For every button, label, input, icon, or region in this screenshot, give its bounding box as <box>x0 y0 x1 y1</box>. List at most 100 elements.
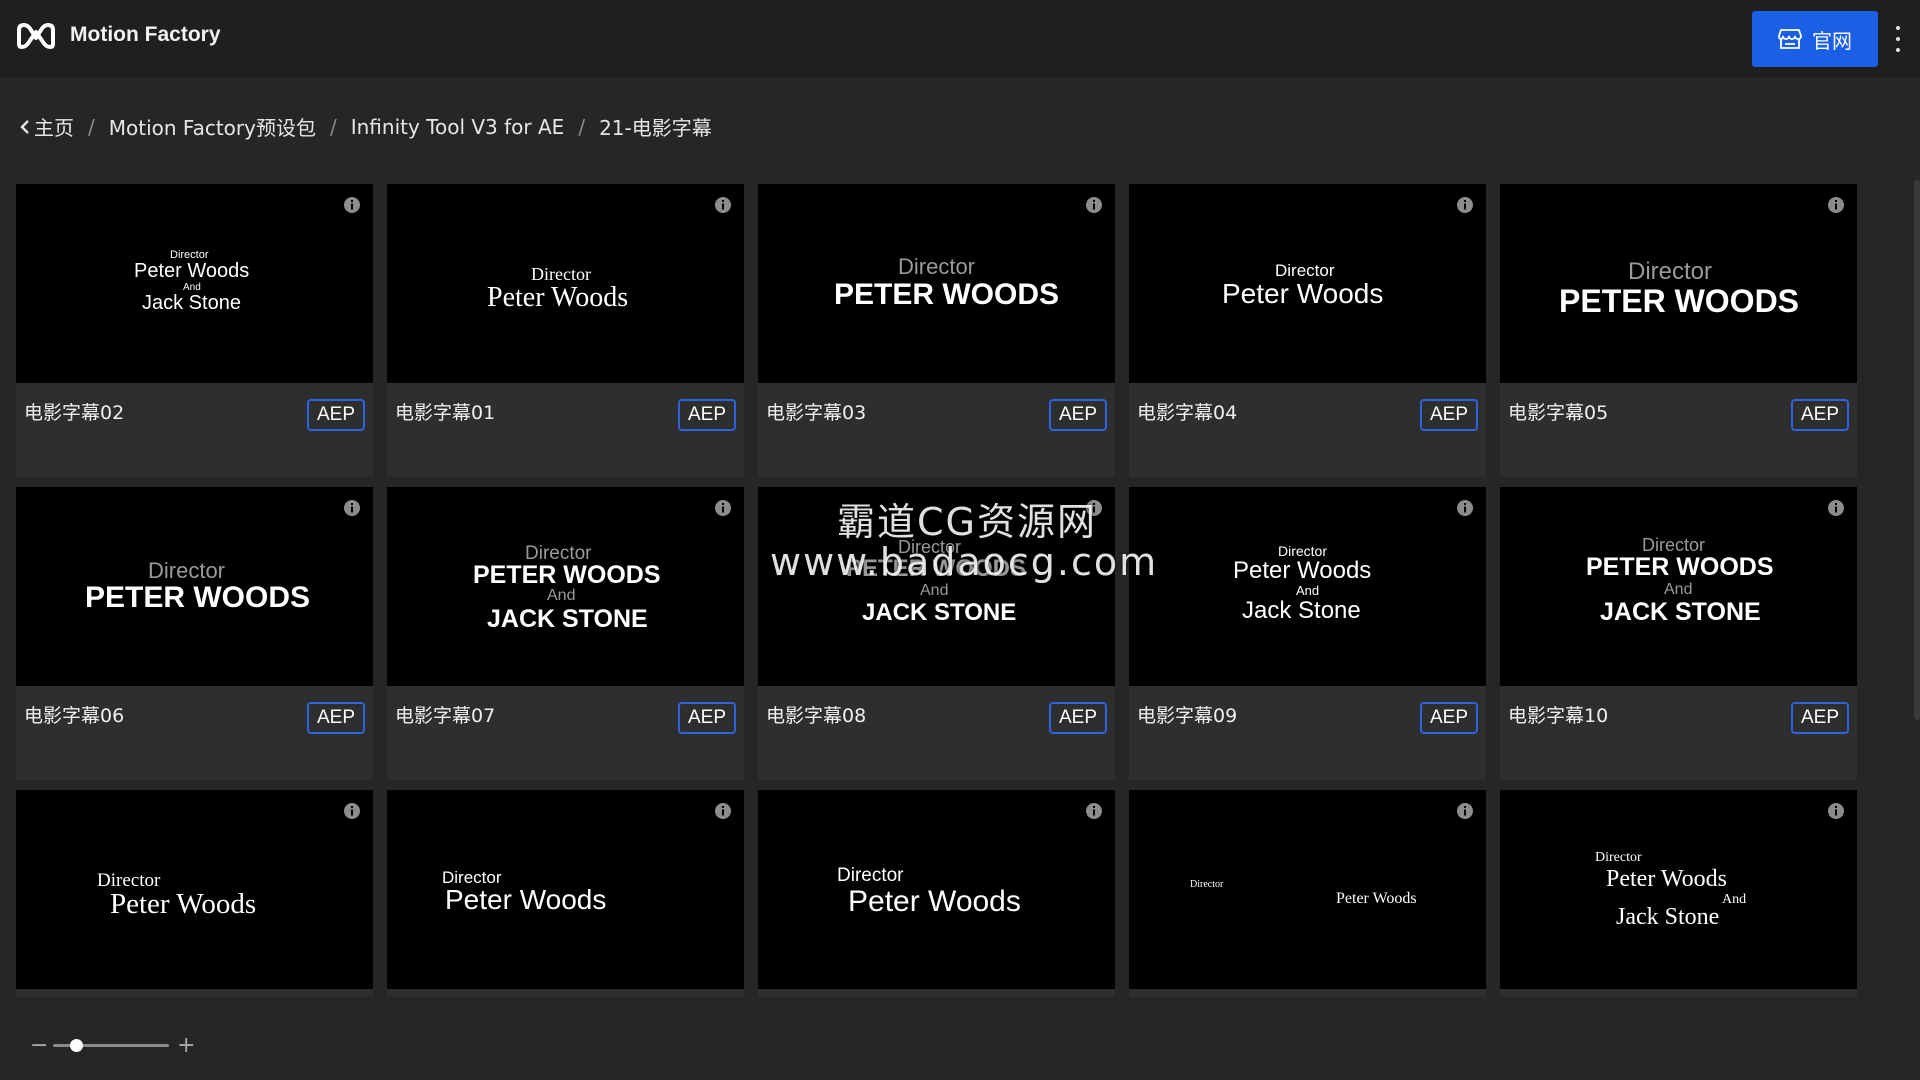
thumb-text: Jack Stone <box>142 292 241 314</box>
preset-card[interactable]: Director Peter Woods And Jack Stone 电影字幕… <box>1129 487 1486 780</box>
preset-name: 电影字幕06 <box>24 705 125 727</box>
preset-name: 电影字幕04 <box>1137 402 1238 424</box>
preset-card[interactable]: Director PETER WOODS 电影字幕03 AEP <box>758 184 1115 477</box>
aep-badge: AEP <box>677 702 736 734</box>
official-site-label: 官网 <box>1812 28 1852 53</box>
preset-card[interactable]: Director PETER WOODS And JACK STONE 电影字幕… <box>387 487 744 780</box>
preset-thumbnail[interactable]: Director PETER WOODS And JACK STONE <box>1500 487 1857 686</box>
thumb-text: And <box>920 582 949 599</box>
thumb-text: JACK STONE <box>487 605 648 633</box>
preset-name: 电影字幕08 <box>766 705 867 727</box>
aep-badge: AEP <box>1048 702 1107 734</box>
preset-card[interactable]: Director Peter Woods And Jack Stone 电影字幕… <box>16 184 373 477</box>
motion-factory-logo-icon <box>17 23 55 49</box>
thumb-text: Peter Woods <box>848 885 1021 918</box>
preset-name: 电影字幕02 <box>24 402 125 424</box>
preset-card[interactable]: Director Peter Woods <box>387 790 744 997</box>
info-icon[interactable] <box>714 499 732 517</box>
preset-card[interactable]: Director Peter Woods <box>16 790 373 997</box>
preset-thumbnail[interactable]: Director PETER WOODS <box>16 487 373 686</box>
chevron-left-icon <box>20 119 29 134</box>
thumb-text: PETER WOODS <box>473 561 661 589</box>
preset-thumbnail[interactable]: Director Peter Woods <box>1129 790 1486 989</box>
thumb-text: Peter Woods <box>1222 278 1384 309</box>
thumb-text: And <box>1296 583 1320 598</box>
zoom-in-button[interactable]: + <box>177 1033 195 1058</box>
thumb-text: Peter Woods <box>1336 890 1417 907</box>
aep-badge: AEP <box>1790 399 1849 431</box>
preset-thumbnail[interactable]: Director PETER WOODS <box>1500 184 1857 383</box>
thumb-text: Peter Woods <box>110 888 257 920</box>
preset-card[interactable]: Director PETER WOODS 电影字幕05 AEP <box>1500 184 1857 477</box>
info-icon[interactable] <box>714 802 732 820</box>
breadcrumb-separator: / <box>578 114 586 139</box>
preset-card[interactable]: Director Peter Woods 电影字幕04 AEP <box>1129 184 1486 477</box>
thumb-text: Director <box>1595 850 1642 865</box>
app-logo[interactable]: Motion Factory <box>16 20 221 50</box>
zoom-out-button[interactable]: − <box>30 1033 48 1058</box>
bottom-bar <box>0 997 1920 1080</box>
info-icon[interactable] <box>1456 802 1474 820</box>
preset-card[interactable]: Director Peter Woods And Jack Stone <box>1500 790 1857 997</box>
info-icon[interactable] <box>1085 196 1103 214</box>
preset-name: 电影字幕09 <box>1137 705 1238 727</box>
aep-badge: AEP <box>1419 399 1478 431</box>
thumb-text: Peter Woods <box>134 260 250 282</box>
thumb-text: Peter Woods <box>1233 557 1372 584</box>
preset-thumbnail[interactable]: Director Peter Woods And Jack Stone <box>1500 790 1857 989</box>
official-site-button[interactable]: 官网 <box>1752 11 1878 67</box>
thumb-text: And <box>1664 581 1693 598</box>
aep-badge: AEP <box>1419 702 1478 734</box>
aep-badge: AEP <box>306 399 365 431</box>
preset-thumbnail[interactable]: Director Peter Woods And Jack Stone <box>16 184 373 383</box>
preset-name: 电影字幕03 <box>766 402 867 424</box>
preset-card[interactable]: Director Peter Woods <box>1129 790 1486 997</box>
preset-thumbnail[interactable]: Director Peter Woods <box>1129 184 1486 383</box>
breadcrumb-item-current: 21-电影字幕 <box>599 116 712 140</box>
aep-badge: AEP <box>1048 399 1107 431</box>
thumb-text: PETER WOODS <box>1559 283 1800 319</box>
thumb-text: PETER WOODS <box>85 581 311 614</box>
thumb-text: Director <box>1190 879 1224 890</box>
vertical-scrollbar[interactable] <box>1914 180 1920 720</box>
thumb-text: Jack Stone <box>1242 597 1361 624</box>
more-menu-icon[interactable] <box>1890 26 1906 52</box>
preset-name: 电影字幕05 <box>1508 402 1609 424</box>
info-icon[interactable] <box>1456 499 1474 517</box>
thumb-text: Peter Woods <box>445 884 607 915</box>
thumb-text: PETER WOODS <box>1586 553 1774 581</box>
info-icon[interactable] <box>714 196 732 214</box>
info-icon[interactable] <box>343 196 361 214</box>
preset-card[interactable]: Director Peter Woods <box>758 790 1115 997</box>
info-icon[interactable] <box>1456 196 1474 214</box>
preset-thumbnail[interactable]: Director Peter Woods <box>758 790 1115 989</box>
top-bar: Motion Factory 官网 <box>0 0 1920 77</box>
preset-thumbnail[interactable]: Director Peter Woods <box>387 184 744 383</box>
info-icon[interactable] <box>1827 802 1845 820</box>
breadcrumb-separator: / <box>329 114 337 139</box>
preset-name: 电影字幕01 <box>395 402 496 424</box>
breadcrumb-separator: / <box>88 114 95 139</box>
breadcrumb-item-preset-pack[interactable]: Motion Factory预设包 <box>109 112 316 141</box>
zoom-slider-thumb[interactable] <box>69 1039 83 1052</box>
preset-thumbnail[interactable]: Director Peter Woods <box>387 790 744 989</box>
info-icon[interactable] <box>1085 802 1103 820</box>
thumb-text: Jack Stone <box>1616 904 1720 930</box>
preset-thumbnail[interactable]: Director PETER WOODS <box>758 184 1115 383</box>
info-icon[interactable] <box>1827 196 1845 214</box>
preset-thumbnail[interactable]: Director Peter Woods And Jack Stone <box>1129 487 1486 686</box>
preset-card[interactable]: Director Peter Woods 电影字幕01 AEP <box>387 184 744 477</box>
breadcrumb-item-infinity-tool[interactable]: Infinity Tool V3 for AE <box>351 115 565 139</box>
preset-card[interactable]: Director PETER WOODS 电影字幕06 AEP <box>16 487 373 780</box>
breadcrumb-home[interactable]: 主页 <box>20 112 74 141</box>
info-icon[interactable] <box>343 499 361 517</box>
info-icon[interactable] <box>343 802 361 820</box>
info-icon[interactable] <box>1827 499 1845 517</box>
preset-thumbnail[interactable]: Director PETER WOODS And JACK STONE <box>387 487 744 686</box>
breadcrumb-home-label: 主页 <box>34 116 74 140</box>
thumb-text: JACK STONE <box>1600 598 1761 626</box>
preset-thumbnail[interactable]: Director Peter Woods <box>16 790 373 989</box>
preset-name: 电影字幕10 <box>1508 705 1609 727</box>
preset-card[interactable]: Director PETER WOODS And JACK STONE 电影字幕… <box>1500 487 1857 780</box>
watermark-title: 霸道CG资源网 <box>837 500 1097 544</box>
